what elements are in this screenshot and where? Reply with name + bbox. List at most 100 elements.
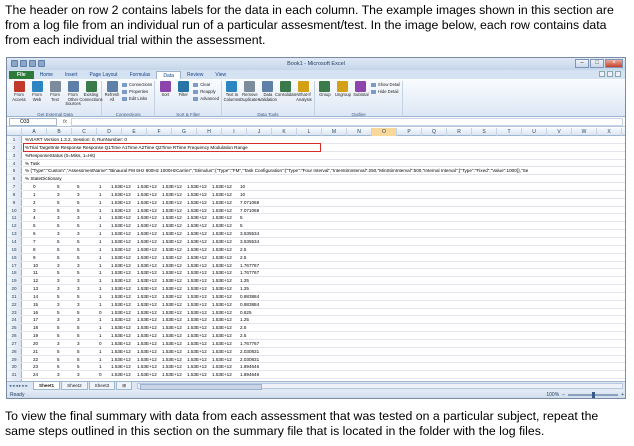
cell[interactable]: 1.53E+12 (162, 254, 182, 261)
cell[interactable]: 1.53E+12 (187, 348, 207, 355)
cell[interactable]: 2.5 (240, 246, 246, 253)
cell[interactable]: 1.53E+12 (137, 254, 157, 261)
header-row[interactable]: 5% {"Type":"Custom","AssessmentName":"Bi… (7, 167, 625, 176)
row-number[interactable]: 30 (7, 363, 22, 371)
tab-review[interactable]: Review (181, 71, 209, 79)
cell[interactable]: 1.53E+12 (212, 356, 232, 363)
cell[interactable]: 5 (77, 332, 80, 339)
cell[interactable]: 1.53E+12 (137, 363, 157, 370)
cell[interactable]: 1.53E+12 (111, 363, 131, 370)
table-row[interactable]: 22 15 3 3 1 1.53E+12 1.53E+12 1.53E+12 1.53E+12 1… (7, 300, 625, 309)
cell[interactable]: 1.53E+12 (212, 301, 232, 308)
properties-button[interactable]: Properties (122, 89, 152, 95)
cell[interactable]: 1.53E+12 (187, 277, 207, 284)
cell[interactable]: 5 (57, 207, 60, 214)
cell[interactable]: 5 (57, 199, 60, 206)
cell[interactable]: 3 (77, 191, 80, 198)
cell[interactable]: 5 (57, 356, 60, 363)
cell[interactable]: 1.53E+12 (187, 309, 207, 316)
cell[interactable]: 1.53E+12 (212, 332, 232, 339)
cell[interactable]: 1.53E+12 (162, 230, 182, 237)
cell[interactable]: 1.53E+12 (212, 348, 232, 355)
cell[interactable]: 1.53E+12 (212, 363, 232, 370)
cell[interactable]: 3 (77, 371, 80, 378)
column-header-w[interactable]: W (572, 128, 597, 136)
row-number[interactable]: 26 (7, 332, 22, 339)
column-header-c[interactable]: C (72, 128, 97, 136)
cell[interactable]: 5 (57, 222, 60, 229)
row-number[interactable]: 11 (7, 214, 22, 222)
cell[interactable]: 1.53E+12 (212, 238, 232, 245)
sheet-nav-arrows[interactable]: ◂◂◂▸▸▸ (7, 383, 33, 389)
cell[interactable]: 1.53E+12 (187, 262, 207, 269)
cell[interactable]: 15 (33, 301, 38, 308)
column-header-p[interactable]: P (397, 128, 422, 136)
cell[interactable]: 1.53E+12 (187, 214, 207, 221)
cell[interactable]: 5 (77, 269, 80, 276)
cell[interactable]: 4 (33, 214, 36, 221)
column-header-f[interactable]: F (147, 128, 172, 136)
cell[interactable]: 1.53E+12 (111, 348, 131, 355)
cell-a[interactable]: % StateDictionary (25, 175, 62, 182)
cell[interactable]: 1.53E+12 (162, 183, 182, 190)
table-row[interactable]: 16 9 5 5 1 1.53E+12 1.53E+12 1.53E+12 1.53E+12 1.… (7, 253, 625, 262)
cell[interactable]: 1.53E+12 (137, 222, 157, 229)
cell[interactable]: 5 (77, 207, 80, 214)
cell[interactable]: 3 (57, 277, 60, 284)
cell[interactable]: 3.535534 (240, 230, 259, 237)
cell[interactable]: 1.53E+12 (212, 214, 232, 221)
connections-button[interactable]: Connections (122, 82, 152, 88)
cell[interactable]: 7 (33, 238, 36, 245)
cell[interactable]: 3 (57, 340, 60, 347)
row-number[interactable]: 5 (7, 167, 22, 175)
column-header-o[interactable]: O (372, 128, 397, 136)
cell[interactable]: 1.53E+12 (137, 316, 157, 323)
cell[interactable]: 1.53E+12 (137, 324, 157, 331)
row-number[interactable]: 10 (7, 206, 22, 214)
cell[interactable]: 8 (33, 246, 36, 253)
cell[interactable]: 5 (77, 199, 80, 206)
cell[interactable]: 1.53E+12 (187, 246, 207, 253)
row-number[interactable]: 29 (7, 355, 22, 363)
row-number[interactable]: 4 (7, 159, 22, 167)
cell[interactable]: 1.53E+12 (187, 301, 207, 308)
reapply-button[interactable]: Reapply (193, 89, 219, 95)
cell[interactable]: 1.25 (240, 316, 249, 323)
tab-insert[interactable]: Insert (59, 71, 84, 79)
cell[interactable]: 5 (57, 293, 60, 300)
cell[interactable]: 1 (99, 316, 102, 323)
row-number[interactable]: 23 (7, 308, 22, 316)
column-header-e[interactable]: E (122, 128, 147, 136)
cell[interactable]: 1.53E+12 (212, 207, 232, 214)
cell[interactable]: 1 (99, 214, 102, 221)
table-row[interactable]: 14 7 5 5 1 1.53E+12 1.53E+12 1.53E+12 1.53E+12 1.… (7, 237, 625, 246)
cell[interactable]: 1.53E+12 (137, 340, 157, 347)
cell[interactable]: 1.53E+12 (137, 371, 157, 378)
cell[interactable]: 5 (77, 309, 80, 316)
cell[interactable]: 5 (77, 363, 80, 370)
cell[interactable]: 1 (99, 191, 102, 198)
cell[interactable]: 1 (99, 301, 102, 308)
cell[interactable]: 5 (57, 254, 60, 261)
cell[interactable]: 1 (99, 277, 102, 284)
cell[interactable]: 1 (99, 183, 102, 190)
cell[interactable]: 7.071068 (240, 207, 259, 214)
cell[interactable]: 12 (33, 277, 38, 284)
spreadsheet-grid[interactable]: ABCDEFGHIJKLMNOPQRSTUVWX 1 %VIART Version… (7, 128, 625, 381)
cell[interactable]: 3 (57, 230, 60, 237)
cell[interactable]: 1.53E+12 (162, 324, 182, 331)
cell[interactable]: 1.53E+12 (111, 230, 131, 237)
cell[interactable]: 2.5 (240, 254, 246, 261)
cell[interactable]: 1.25 (240, 277, 249, 284)
table-row[interactable]: 25 18 5 5 1 1.53E+12 1.53E+12 1.53E+12 1.53E+12 1… (7, 324, 625, 333)
cell[interactable]: 19 (33, 332, 38, 339)
header-row[interactable]: 6% StateDictionary (7, 175, 625, 184)
cell[interactable]: 1.53E+12 (162, 340, 182, 347)
cell[interactable]: 3 (57, 371, 60, 378)
cell[interactable]: 1.894646 (240, 371, 259, 378)
row-number[interactable]: 3 (7, 151, 22, 159)
cell[interactable]: 1.53E+12 (187, 356, 207, 363)
table-row[interactable]: 9 2 5 5 1 1.53E+12 1.53E+12 1.53E+12 1.53E+12 1.5… (7, 198, 625, 207)
cell[interactable]: 0 (99, 340, 102, 347)
table-row[interactable]: 28 21 5 5 1 1.53E+12 1.53E+12 1.53E+12 1.53E+12 1… (7, 347, 625, 356)
